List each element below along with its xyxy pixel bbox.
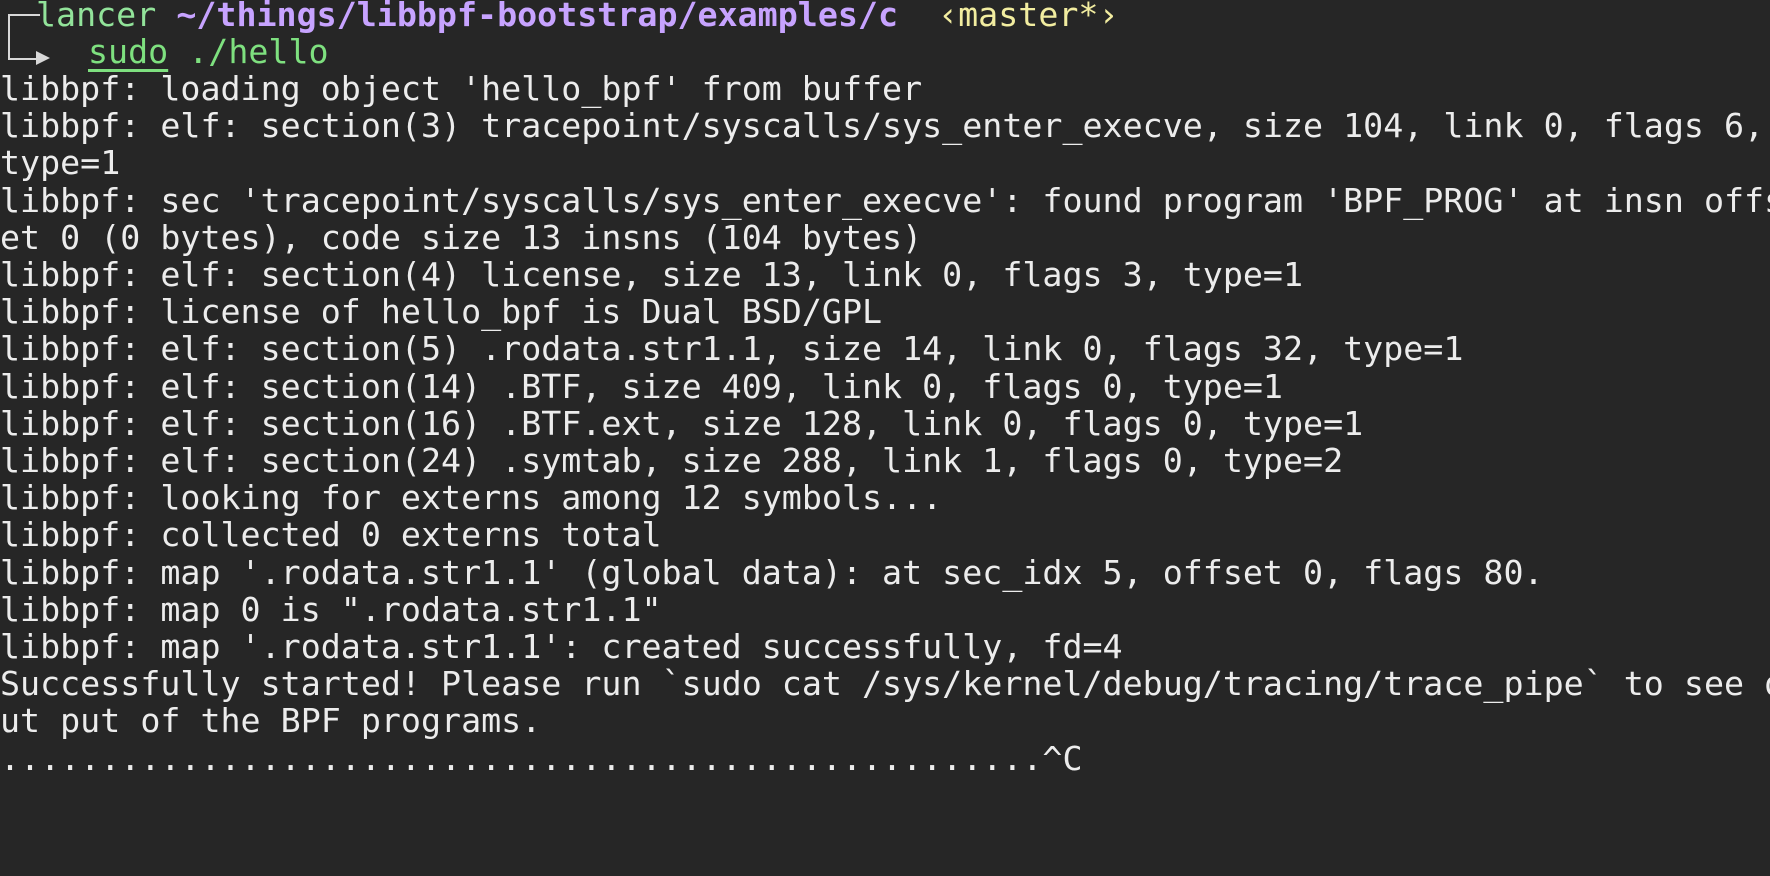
output-line: libbpf: elf: section(3) tracepoint/sysca… [0, 106, 1765, 146]
output-line: Successfully started! Please run `sudo c… [0, 664, 1770, 704]
command-sudo: sudo [88, 32, 169, 71]
output-line: libbpf: elf: section(4) license, size 13… [0, 255, 1304, 294]
output-line: libbpf: elf: section(16) .BTF.ext, size … [0, 403, 1364, 443]
prompt-path: ~/things/libbpf-bootstrap/examples/c [176, 0, 898, 34]
output-line: libbpf: elf: section(5) .rodata.str1.1, … [0, 329, 1464, 369]
output-line: libbpf: map '.rodata.str1.1': created su… [0, 627, 1123, 666]
prompt-user: lancer [36, 0, 157, 34]
output-line: libbpf: license of hello_bpf is Dual BSD… [0, 292, 883, 332]
command-rest: ./hello [168, 32, 329, 71]
output-line: et 0 (0 bytes), code size 13 insns (104 … [0, 217, 923, 257]
output-line: libbpf: elf: section(14) .BTF, size 409,… [0, 366, 1283, 406]
prompt-arrow-icon [36, 51, 50, 65]
prompt-corner-bottom-icon [8, 36, 38, 60]
prompt-branch: ‹master*› [938, 0, 1119, 34]
output-line: ........................................… [0, 738, 1083, 778]
output-line: libbpf: sec 'tracepoint/syscalls/sys_ent… [0, 180, 1770, 220]
output-line: libbpf: collected 0 externs total [0, 515, 662, 555]
output-line: libbpf: elf: section(24) .symtab, size 2… [0, 441, 1344, 480]
output-line: libbpf: loading object 'hello_bpf' from … [0, 69, 923, 108]
output-line: ut put of the BPF programs. [0, 701, 542, 741]
output-line: libbpf: map '.rodata.str1.1' (global dat… [0, 552, 1544, 592]
output-line: libbpf: map 0 is ".rodata.str1.1" [0, 589, 662, 629]
output-line: libbpf: looking for externs among 12 sym… [0, 478, 943, 518]
output-line: type=1 [0, 143, 121, 183]
terminal-window[interactable]: lancer ~/things/libbpf-bootstrap/example… [0, 0, 1770, 876]
command-line[interactable]: sudo ./hello [88, 31, 1770, 73]
